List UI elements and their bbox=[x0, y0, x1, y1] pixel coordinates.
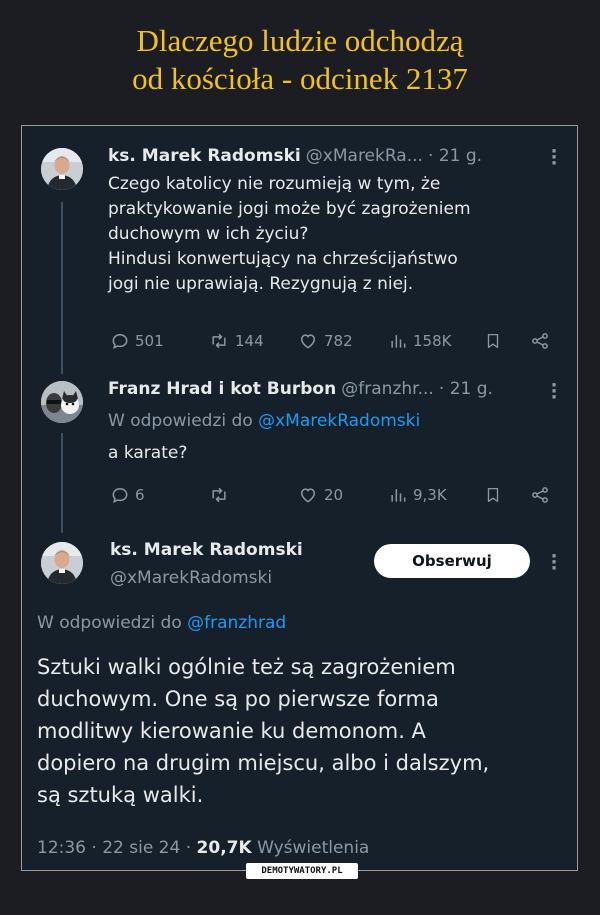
retweet-count: 144 bbox=[235, 332, 264, 350]
like-icon bbox=[300, 334, 316, 349]
bookmark-button[interactable] bbox=[484, 485, 502, 505]
tweet-time[interactable]: · 21 g. bbox=[428, 146, 482, 166]
tweet-text-line: Sztuki walki ogólnie też są zagrożeniem bbox=[37, 655, 456, 679]
reply-to-link[interactable]: @franzhrad bbox=[187, 613, 286, 633]
reply-to-link[interactable]: @xMarekRadomski bbox=[258, 411, 420, 431]
reply-context: W odpowiedzi do @franzhrad bbox=[37, 611, 286, 636]
tweet-text-line: duchowym w ich życiu? bbox=[108, 224, 309, 244]
author-name[interactable]: ks. Marek Radomski bbox=[108, 146, 301, 166]
author-name[interactable]: Franz Hrad i kot Burbon bbox=[108, 379, 336, 399]
tweet-text-line: Hindusi konwertujący na chrześcijaństwo bbox=[108, 249, 458, 269]
views-count: 158K bbox=[413, 332, 452, 350]
tweet-timestamp[interactable]: 12:36 · 22 sie 24 · bbox=[37, 838, 191, 858]
retweet-icon bbox=[212, 487, 226, 503]
tweet-text-line: Czego katolicy nie rozumieją w tym, że bbox=[108, 174, 441, 194]
author-handle[interactable]: @xMarekRadomski bbox=[110, 568, 272, 588]
reply-button[interactable]: 501 bbox=[110, 331, 164, 351]
views-count: 9,3K bbox=[413, 486, 447, 504]
author-name[interactable]: ks. Marek Radomski bbox=[110, 540, 303, 560]
like-button[interactable]: 782 bbox=[297, 331, 353, 351]
retweet-button[interactable]: 144 bbox=[208, 331, 264, 351]
tweet-text-line: praktykowanie jogi może być zagrożeniem bbox=[108, 199, 471, 219]
tweet-text-line: duchowym. One są po pierwsze forma bbox=[37, 687, 439, 711]
reply-count: 6 bbox=[135, 486, 145, 504]
reply-icon bbox=[112, 487, 128, 504]
more-options-icon[interactable]: · · · bbox=[550, 377, 558, 407]
like-button[interactable]: 20 bbox=[297, 485, 343, 505]
share-icon bbox=[532, 487, 548, 503]
retweet-button[interactable] bbox=[208, 485, 235, 505]
like-count: 20 bbox=[324, 486, 344, 504]
bookmark-icon bbox=[487, 487, 499, 503]
headline-line-1: Dlaczego ludzie odchodzą bbox=[136, 23, 464, 58]
reply-count: 501 bbox=[135, 332, 164, 350]
avatar[interactable] bbox=[41, 381, 83, 423]
tweet-text-line: jogi nie uprawiają. Rezygnują z niej. bbox=[108, 274, 414, 294]
views-icon bbox=[391, 335, 406, 348]
avatar[interactable] bbox=[41, 542, 83, 584]
thread-connector bbox=[61, 433, 63, 533]
views-icon bbox=[391, 489, 406, 502]
more-options-icon[interactable]: · · · bbox=[550, 548, 558, 578]
bookmark-button[interactable] bbox=[484, 331, 502, 351]
follow-button[interactable]: Obserwuj bbox=[374, 544, 530, 578]
share-button[interactable] bbox=[529, 331, 551, 351]
views-button[interactable]: 9,3K bbox=[388, 485, 447, 505]
more-options-icon[interactable]: · · · bbox=[550, 143, 558, 173]
tweet-text: Czego katolicy nie rozumieją w tym, że p… bbox=[108, 172, 471, 297]
like-icon bbox=[300, 488, 316, 503]
reply-icon bbox=[112, 333, 128, 350]
author-handle[interactable]: @franzhr... bbox=[341, 379, 434, 399]
like-count: 782 bbox=[324, 332, 353, 350]
views-button[interactable]: 158K bbox=[388, 331, 451, 351]
headline-line-2: od kościoła - odcinek 2137 bbox=[132, 61, 468, 96]
site-watermark: DEMOTYWATORY.PL bbox=[246, 863, 358, 879]
tweet-thread-screenshot: ks. Marek Radomski @xMarekRa... · 21 g. … bbox=[21, 125, 578, 871]
author-handle[interactable]: @xMarekRa... bbox=[306, 146, 423, 166]
tweet-text: Sztuki walki ogólnie też są zagrożeniem … bbox=[37, 651, 489, 811]
view-count: 20,7K bbox=[196, 838, 252, 858]
retweet-icon bbox=[212, 333, 226, 349]
view-count-label: Wyświetlenia bbox=[257, 838, 370, 858]
tweet-text-line: modlitwy kierowanie ku demonom. A bbox=[37, 719, 426, 743]
share-icon bbox=[532, 333, 548, 349]
reply-prefix: W odpowiedzi do bbox=[108, 411, 253, 431]
meme-headline: Dlaczego ludzie odchodzą od kościoła - o… bbox=[0, 22, 600, 98]
tweet-header: Franz Hrad i kot Burbon @franzhr... · 21… bbox=[108, 379, 493, 399]
tweet-text: a karate? bbox=[108, 443, 188, 463]
reply-context: W odpowiedzi do @xMarekRadomski bbox=[108, 409, 420, 434]
tweet-header: ks. Marek Radomski @xMarekRa... · 21 g. bbox=[108, 146, 482, 166]
bookmark-icon bbox=[487, 333, 499, 349]
tweet-text-line: są sztuką walki. bbox=[37, 783, 204, 807]
share-button[interactable] bbox=[529, 485, 551, 505]
reply-prefix: W odpowiedzi do bbox=[37, 613, 182, 633]
thread-connector bbox=[61, 202, 63, 374]
tweet-time[interactable]: · 21 g. bbox=[439, 379, 493, 399]
avatar[interactable] bbox=[41, 148, 83, 190]
tweet-meta: 12:36 · 22 sie 24 · 20,7K Wyświetlenia bbox=[37, 836, 369, 861]
tweet-text-line: dopiero na drugim miejscu, albo i dalszy… bbox=[37, 751, 490, 775]
reply-button[interactable]: 6 bbox=[110, 485, 145, 505]
